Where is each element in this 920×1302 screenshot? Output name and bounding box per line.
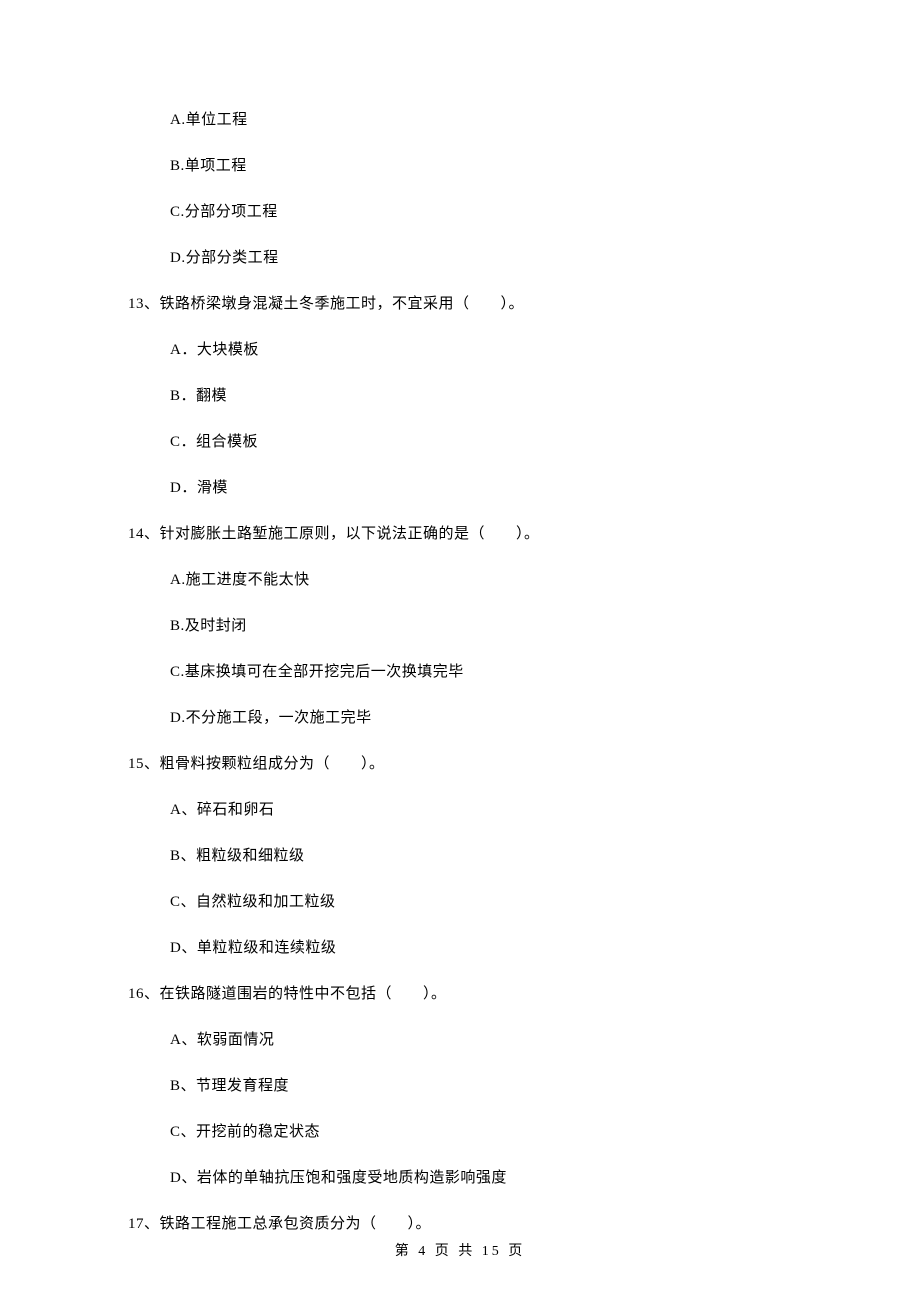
question-14-option-d: D.不分施工段，一次施工完毕	[128, 706, 792, 730]
option-c: C.分部分项工程	[128, 200, 792, 224]
question-13-stem: 13、铁路桥梁墩身混凝土冬季施工时，不宜采用（ ）。	[128, 292, 792, 316]
question-16-option-b: B、节理发育程度	[128, 1074, 792, 1098]
question-17-stem: 17、铁路工程施工总承包资质分为（ ）。	[128, 1212, 792, 1236]
question-16-option-a: A、软弱面情况	[128, 1028, 792, 1052]
option-a: A.单位工程	[128, 108, 792, 132]
question-15-option-a: A、碎石和卵石	[128, 798, 792, 822]
question-14-option-b: B.及时封闭	[128, 614, 792, 638]
option-b: B.单项工程	[128, 154, 792, 178]
question-14-option-c: C.基床换填可在全部开挖完后一次换填完毕	[128, 660, 792, 684]
option-d: D.分部分类工程	[128, 246, 792, 270]
question-16-option-c: C、开挖前的稳定状态	[128, 1120, 792, 1144]
question-16-stem: 16、在铁路隧道围岩的特性中不包括（ ）。	[128, 982, 792, 1006]
question-14-option-a: A.施工进度不能太快	[128, 568, 792, 592]
question-13-option-b: B．翻模	[128, 384, 792, 408]
question-15-option-c: C、自然粒级和加工粒级	[128, 890, 792, 914]
question-14-stem: 14、针对膨胀土路堑施工原则，以下说法正确的是（ ）。	[128, 522, 792, 546]
question-13-option-d: D．滑模	[128, 476, 792, 500]
question-13-option-c: C．组合模板	[128, 430, 792, 454]
question-15-stem: 15、粗骨料按颗粒组成分为（ ）。	[128, 752, 792, 776]
question-13-option-a: A．大块模板	[128, 338, 792, 362]
question-15-option-d: D、单粒粒级和连续粒级	[128, 936, 792, 960]
question-15-option-b: B、粗粒级和细粒级	[128, 844, 792, 868]
page-footer: 第 4 页 共 15 页	[0, 1240, 920, 1260]
page-content: A.单位工程 B.单项工程 C.分部分项工程 D.分部分类工程 13、铁路桥梁墩…	[0, 0, 920, 1236]
question-16-option-d: D、岩体的单轴抗压饱和强度受地质构造影响强度	[128, 1166, 792, 1190]
